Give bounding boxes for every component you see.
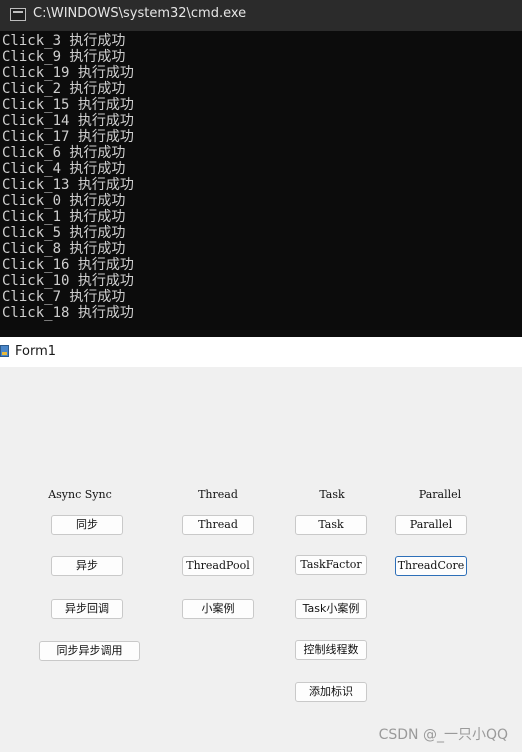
form-title-bar[interactable]: Form1 [0, 337, 522, 367]
cmd-title: C:\WINDOWS\system32\cmd.exe [33, 6, 247, 21]
label-thread: Thread [198, 488, 238, 501]
parallel-button[interactable]: Parallel [395, 515, 467, 535]
cmd-line: Click_5 执行成功 [2, 225, 126, 241]
cmd-line: Click_16 执行成功 [2, 257, 134, 273]
cmd-line: Click_0 执行成功 [2, 193, 126, 209]
cmd-line: Click_7 执行成功 [2, 289, 126, 305]
cmd-line: Click_18 执行成功 [2, 305, 134, 321]
form-title: Form1 [15, 344, 57, 359]
task-factory-button[interactable]: TaskFactor [295, 555, 367, 575]
cmd-line: Click_3 执行成功 [2, 33, 126, 49]
sync-async-call-button[interactable]: 同步异步调用 [39, 641, 140, 661]
cmd-line: Click_8 执行成功 [2, 241, 126, 257]
cmd-icon [10, 8, 26, 21]
form-app-icon [0, 345, 9, 357]
cmd-title-bar[interactable]: C:\WINDOWS\system32\cmd.exe [0, 0, 522, 31]
sync-button[interactable]: 同步 [51, 515, 123, 535]
control-thread-count-button[interactable]: 控制线程数 [295, 640, 367, 660]
small-case-button[interactable]: 小案例 [182, 599, 254, 619]
async-callback-button[interactable]: 异步回调 [51, 599, 123, 619]
cmd-line: Click_2 执行成功 [2, 81, 126, 97]
cmd-line: Click_9 执行成功 [2, 49, 126, 65]
form1-window: Form1 Async Sync Thread Task Parallel 同步… [0, 337, 522, 752]
label-parallel: Parallel [418, 488, 462, 501]
cmd-line: Click_4 执行成功 [2, 161, 126, 177]
task-button[interactable]: Task [295, 515, 367, 535]
thread-core-button[interactable]: ThreadCore [395, 556, 467, 576]
cmd-line: Click_19 执行成功 [2, 65, 134, 81]
cmd-window: C:\WINDOWS\system32\cmd.exe Click_3 执行成功… [0, 0, 522, 337]
thread-button[interactable]: Thread [182, 515, 254, 535]
cmd-line: Click_1 执行成功 [2, 209, 126, 225]
cmd-line: Click_15 执行成功 [2, 97, 134, 113]
async-button[interactable]: 异步 [51, 556, 123, 576]
cmd-line: Click_6 执行成功 [2, 145, 126, 161]
cmd-line: Click_13 执行成功 [2, 177, 134, 193]
add-flag-button[interactable]: 添加标识 [295, 682, 367, 702]
cmd-line: Click_14 执行成功 [2, 113, 134, 129]
threadpool-button[interactable]: ThreadPool [182, 556, 254, 576]
cmd-output: Click_3 执行成功 Click_9 执行成功 Click_19 执行成功 … [2, 33, 522, 321]
cmd-line: Click_17 执行成功 [2, 129, 134, 145]
label-task: Task [319, 488, 345, 501]
cmd-line: Click_10 执行成功 [2, 273, 134, 289]
csdn-watermark: CSDN @_一只小QQ [378, 727, 508, 743]
task-small-case-button[interactable]: Task小案例 [295, 599, 367, 619]
label-async-sync: Async Sync [48, 488, 112, 501]
